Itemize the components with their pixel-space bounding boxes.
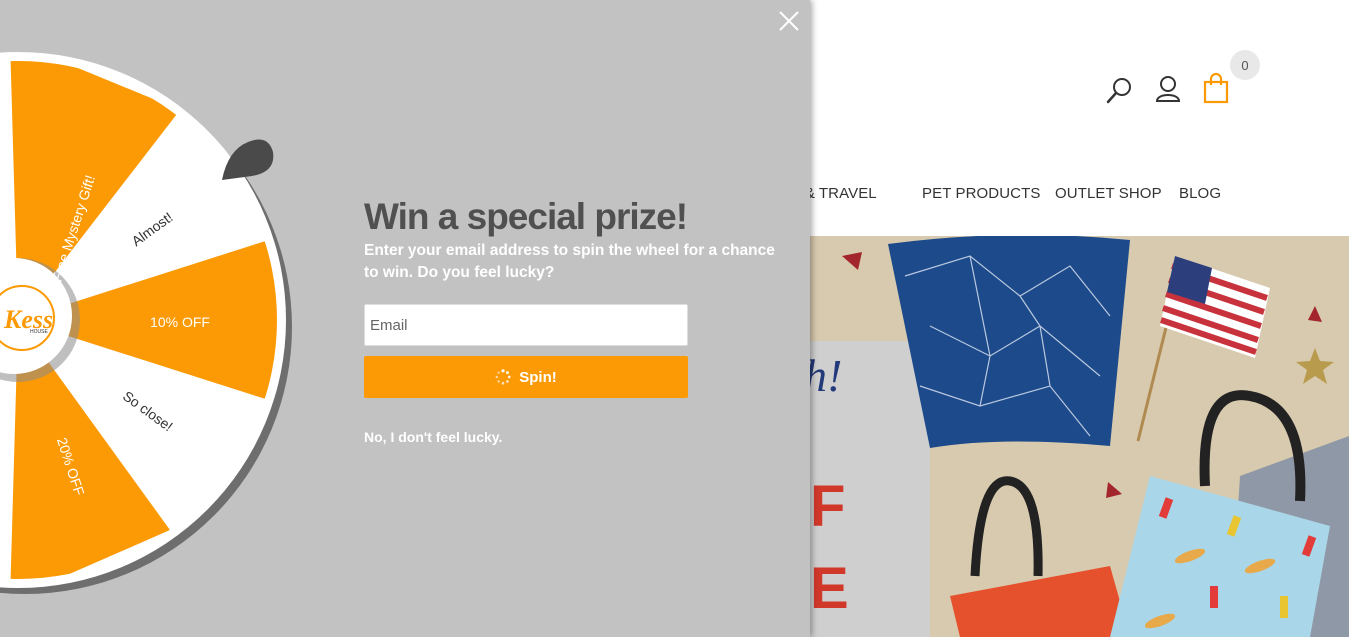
- wheel-segment-10-off: 10% OFF: [150, 314, 210, 330]
- hero-image: h! F E: [810, 236, 1349, 637]
- nav-item-blog[interactable]: BLOG: [1179, 185, 1221, 202]
- spin-wheel-popup: Kess HOUSE Free Mystery Gift! Almost! 10…: [0, 0, 810, 637]
- wheel-logo-subtext: HOUSE: [30, 329, 48, 335]
- wheel-logo: Kess HOUSE: [0, 285, 55, 351]
- spin-button-label: Spin!: [519, 368, 557, 386]
- hero-partial-text: h!: [810, 350, 842, 401]
- close-icon[interactable]: [776, 8, 802, 34]
- spin-button[interactable]: Spin!: [364, 356, 688, 398]
- cart-count-badge[interactable]: 0: [1230, 50, 1260, 80]
- spinner-icon: [495, 369, 511, 385]
- popup-title: Win a special prize!: [364, 196, 688, 237]
- hero-banner[interactable]: h! F E: [810, 236, 1349, 637]
- nav-item-outlet-shop[interactable]: OUTLET SHOP: [1055, 185, 1162, 202]
- nav-item-pet-products[interactable]: PET PRODUCTS: [922, 185, 1040, 202]
- search-icon[interactable]: [1104, 76, 1134, 106]
- hero-letter-f: F: [810, 474, 845, 539]
- wheel-pointer-icon: [222, 139, 274, 180]
- decline-link[interactable]: No, I don't feel lucky.: [364, 429, 502, 445]
- user-icon[interactable]: [1154, 74, 1182, 104]
- blue-pillow: [888, 236, 1130, 448]
- email-input[interactable]: [364, 304, 688, 346]
- header-icons: 0: [1100, 48, 1270, 108]
- hero-letter-e: E: [810, 556, 849, 621]
- shopping-bag-icon[interactable]: [1202, 72, 1230, 104]
- prize-wheel: Kess HOUSE Free Mystery Gift! Almost! 10…: [0, 52, 292, 594]
- popup-subtitle: Enter your email address to spin the whe…: [364, 242, 775, 281]
